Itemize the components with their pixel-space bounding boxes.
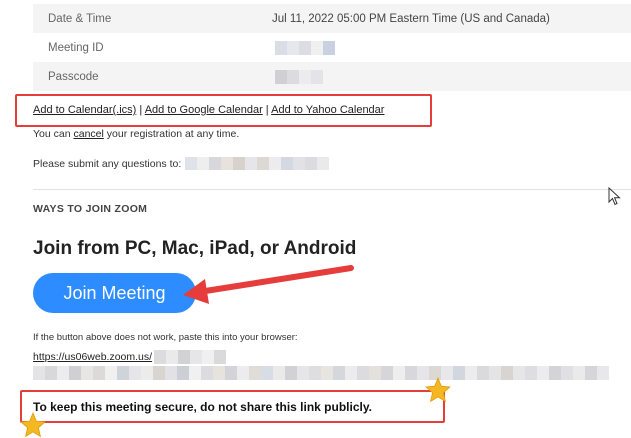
- add-to-yahoo-calendar-link[interactable]: Add to Yahoo Calendar: [271, 104, 384, 116]
- calendar-separator: |: [136, 104, 145, 116]
- add-to-calendar-ics-link[interactable]: Add to Calendar(.ics): [33, 104, 136, 116]
- passcode-label: Passcode: [48, 70, 99, 83]
- join-url-link[interactable]: https://us06web.zoom.us/: [33, 351, 152, 363]
- join-meeting-button[interactable]: Join Meeting: [33, 273, 196, 313]
- questions-label: Please submit any questions to:: [33, 157, 182, 170]
- date-time-row: Date & Time Jul 11, 2022 05:00 PM Easter…: [33, 4, 631, 33]
- ways-to-join-title: WAYS TO JOIN ZOOM: [33, 203, 148, 215]
- join-url-line: https://us06web.zoom.us/: [33, 350, 227, 364]
- meeting-details-table: Date & Time Jul 11, 2022 05:00 PM Easter…: [33, 4, 631, 91]
- star-icon: [425, 377, 451, 403]
- meeting-id-label: Meeting ID: [48, 41, 104, 54]
- cancel-suffix: your registration at any time.: [103, 128, 240, 140]
- cancel-prefix: You can: [33, 128, 74, 140]
- mouse-cursor-icon: [608, 187, 621, 206]
- add-to-google-calendar-link[interactable]: Add to Google Calendar: [145, 104, 263, 116]
- security-notice: To keep this meeting secure, do not shar…: [33, 400, 372, 414]
- questions-text: Please submit any questions to:: [33, 157, 330, 170]
- fallback-instructions: If the button above does not work, paste…: [33, 332, 298, 343]
- join-url-redacted: [154, 350, 227, 364]
- date-time-label: Date & Time: [48, 12, 112, 25]
- cancel-registration-link[interactable]: cancel: [73, 128, 103, 140]
- cancel-registration-text: You can cancel your registration at any …: [33, 128, 239, 140]
- calendar-separator: |: [262, 104, 272, 116]
- passcode-row: Passcode: [33, 62, 631, 91]
- date-time-value: Jul 11, 2022 05:00 PM Eastern Time (US a…: [272, 12, 550, 25]
- calendar-links: Add to Calendar(.ics) | Add to Google Ca…: [33, 104, 384, 116]
- questions-email-redacted: [185, 157, 330, 170]
- join-url-redacted-row: [33, 366, 609, 380]
- meeting-id-row: Meeting ID: [33, 33, 631, 62]
- passcode-redacted: [275, 69, 323, 84]
- arrow-annotation-icon: [183, 265, 354, 304]
- section-divider: [33, 189, 631, 190]
- star-icon: [20, 412, 46, 438]
- meeting-id-redacted: [275, 40, 335, 55]
- join-heading: Join from PC, Mac, iPad, or Android: [33, 238, 357, 259]
